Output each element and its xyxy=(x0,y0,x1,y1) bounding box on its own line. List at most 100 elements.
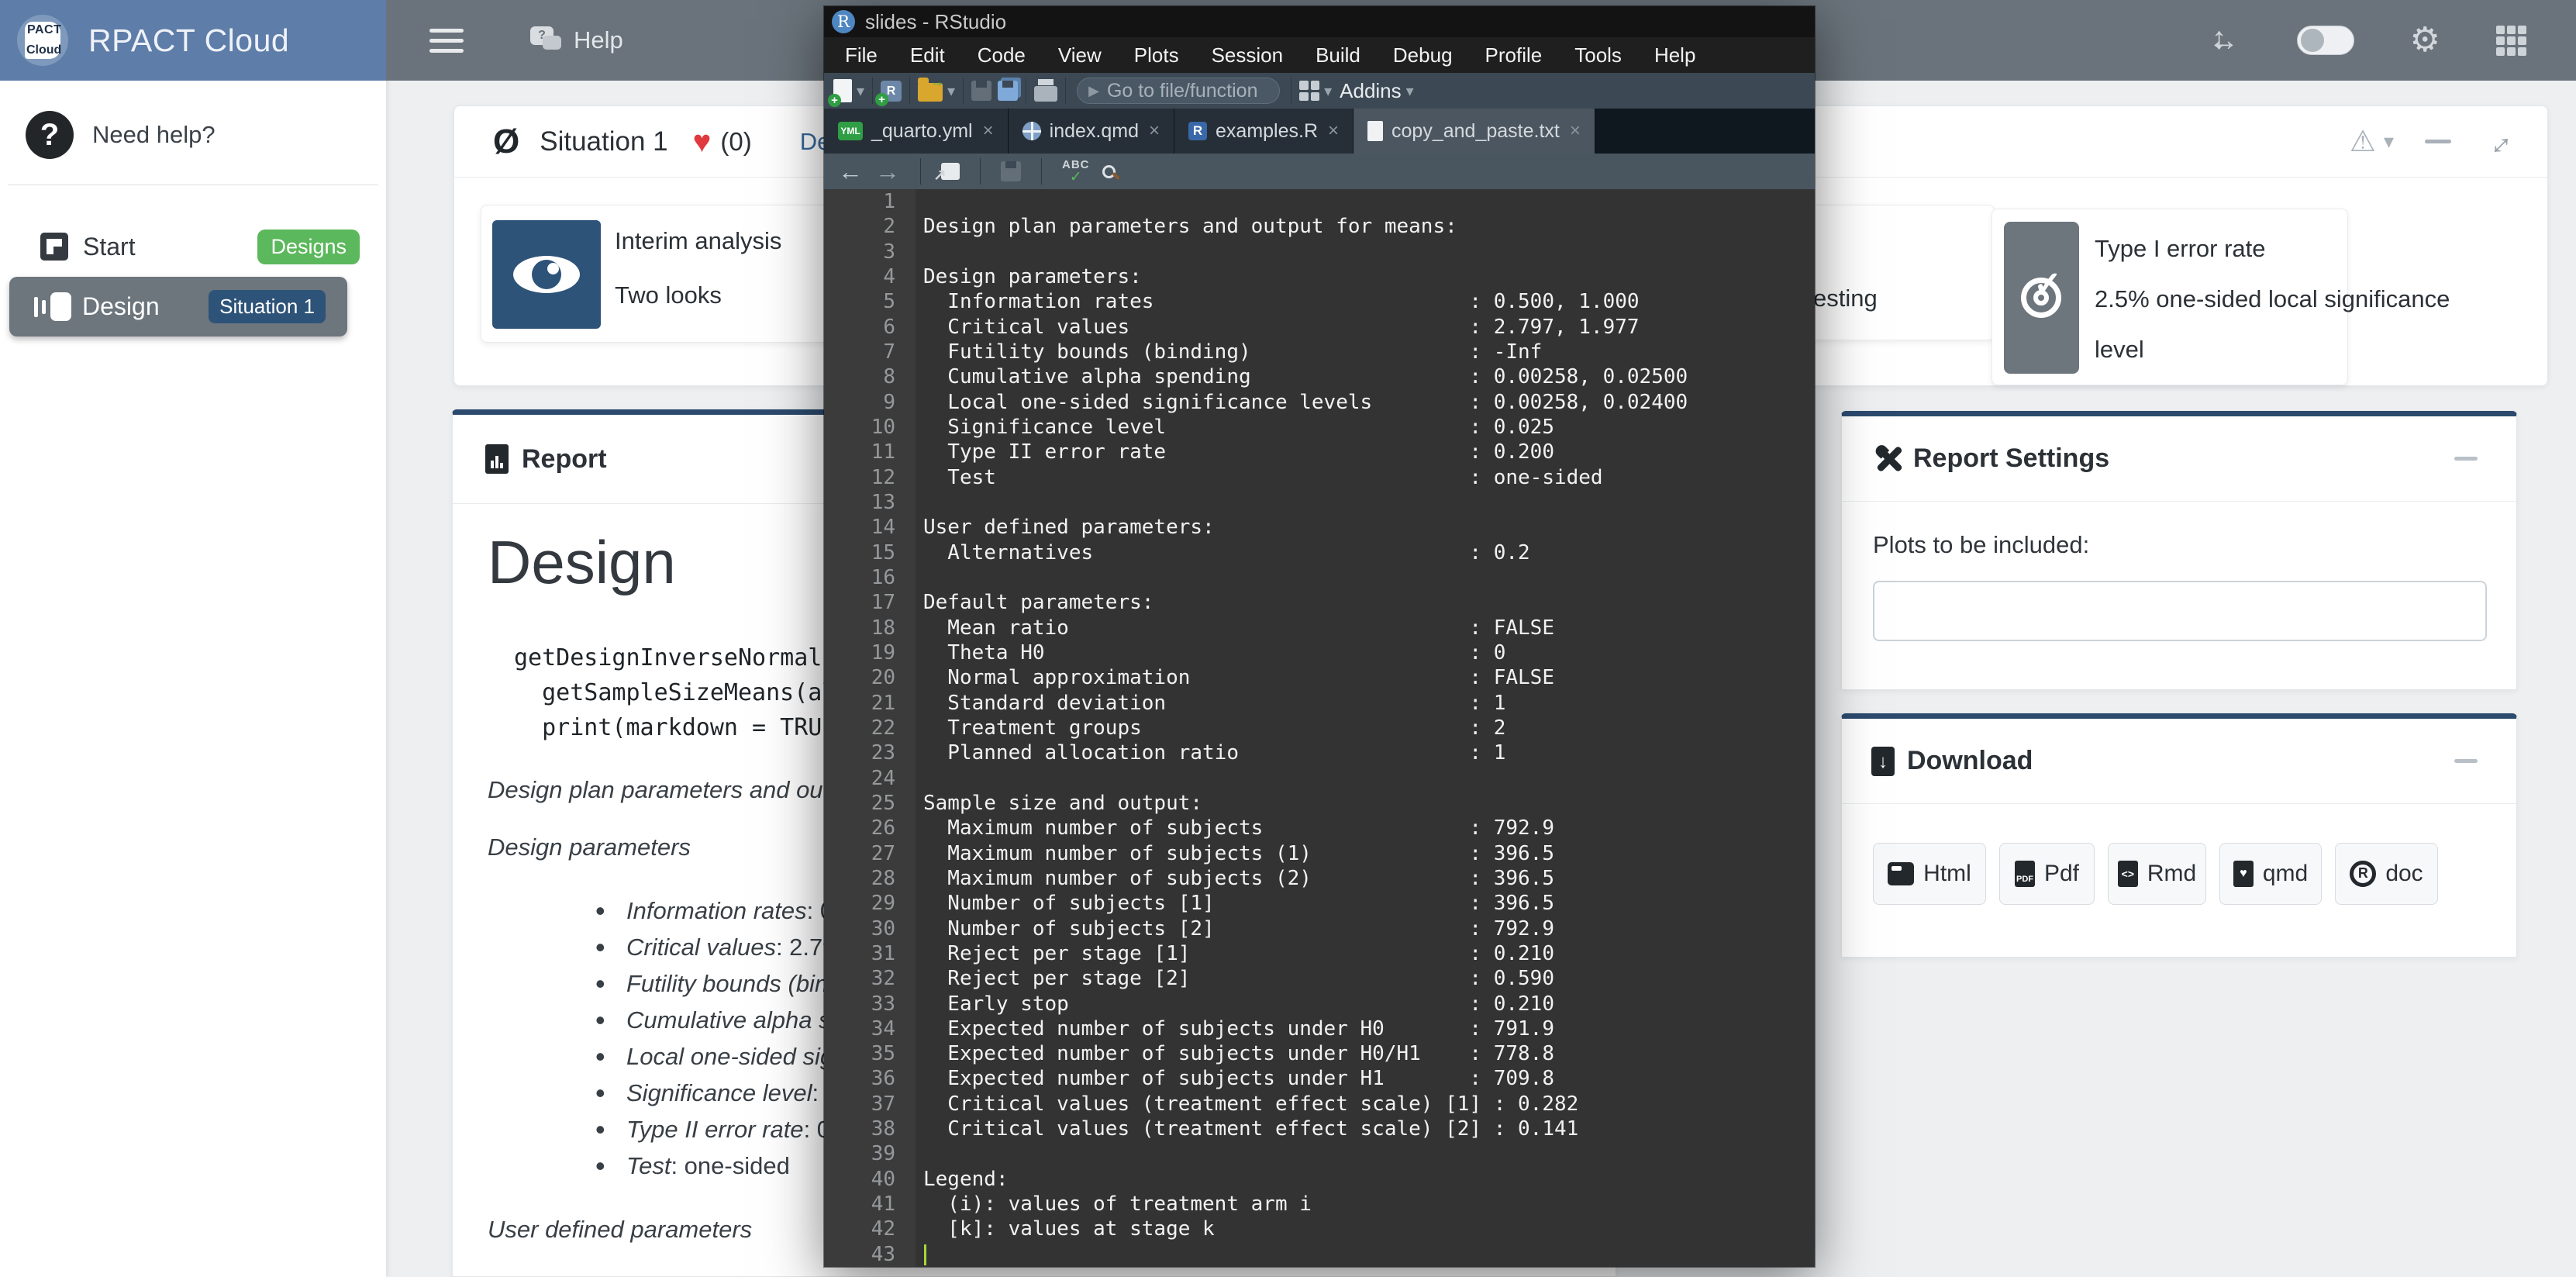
situation-badge: Situation 1 xyxy=(209,290,326,323)
download-file-icon xyxy=(1871,747,1895,776)
editor-line xyxy=(923,766,1815,791)
editor-line: Expected number of subjects under H1 : 7… xyxy=(923,1066,1815,1091)
new-file-icon[interactable] xyxy=(833,79,852,102)
editor-line xyxy=(923,189,1815,214)
goto-file-function-input[interactable]: ▶ Go to file/function xyxy=(1077,78,1280,104)
rstudio-menu-item[interactable]: File xyxy=(829,43,894,67)
open-file-caret-icon[interactable]: ▾ xyxy=(947,81,955,101)
code-editor[interactable]: 1234567891011121314151617181920212223242… xyxy=(824,189,1815,1267)
sidebar-item-need-help[interactable]: ? Need help? xyxy=(0,102,386,167)
download-html-button[interactable]: Html xyxy=(1873,843,1986,905)
rstudio-menu-item[interactable]: Plots xyxy=(1118,43,1195,67)
hamburger-menu-icon[interactable] xyxy=(429,27,464,53)
editor-line: User defined parameters: xyxy=(923,515,1815,540)
apps-grid-icon[interactable] xyxy=(2496,26,2526,56)
rstudio-menu-item[interactable]: Session xyxy=(1195,43,1300,67)
panes-layout-icon[interactable] xyxy=(1299,81,1319,101)
tab-copy-and-paste-txt[interactable]: copy_and_paste.txt× xyxy=(1354,109,1595,154)
rstudio-menu-item[interactable]: Code xyxy=(961,43,1042,67)
collapse-settings-button[interactable] xyxy=(2454,457,2478,461)
new-project-icon[interactable]: R xyxy=(881,81,902,102)
likes-count: (0) xyxy=(720,127,751,157)
chevron-down-icon: ▾ xyxy=(2384,129,2394,154)
search-icon[interactable] xyxy=(1102,165,1116,178)
question-mark-icon: ? xyxy=(26,111,74,159)
editor-line: Type II error rate : 0.200 xyxy=(923,440,1815,464)
interim-subtitle: Two looks xyxy=(615,281,722,309)
sidebar-item-design[interactable]: Design Situation 1 xyxy=(9,277,347,337)
editor-line: Number of subjects [2] : 792.9 xyxy=(923,916,1815,941)
editor-line: Default parameters: xyxy=(923,590,1815,615)
panes-caret-icon[interactable]: ▾ xyxy=(1324,81,1332,101)
type1-line3: level xyxy=(2095,324,2450,374)
rstudio-menu-item[interactable]: View xyxy=(1042,43,1118,67)
gear-icon[interactable]: ⚙ xyxy=(2410,23,2440,57)
interim-analysis-card[interactable]: Interim analysis Two looks xyxy=(481,205,884,343)
rstudio-menu-item[interactable]: Profile xyxy=(1469,43,1559,67)
rstudio-menu-item[interactable]: Help xyxy=(1638,43,1712,67)
testing-card-visible-text: esting xyxy=(1813,285,1878,312)
close-icon[interactable]: × xyxy=(983,120,994,142)
eye-icon xyxy=(513,256,580,293)
back-arrow-icon[interactable]: ← xyxy=(838,159,863,184)
addins-menu[interactable]: Addins xyxy=(1340,79,1402,103)
text-cursor xyxy=(924,1244,926,1265)
tab-index-qmd[interactable]: index.qmd× xyxy=(1009,109,1174,154)
help-button[interactable]: ? Help xyxy=(530,26,623,54)
rstudio-tabbar: YML _quarto.yml× index.qmd× R examples.R… xyxy=(824,109,1815,154)
open-file-icon[interactable] xyxy=(918,83,943,102)
editor-line: Design plan parameters and output for me… xyxy=(923,214,1815,239)
report-file-icon xyxy=(485,444,509,474)
download-rmd-button[interactable]: Rmd xyxy=(2108,843,2206,905)
sidebar-item-start[interactable]: Start Designs xyxy=(0,219,386,274)
rstudio-window-title: slides - RStudio xyxy=(865,10,1006,34)
close-icon[interactable]: × xyxy=(1328,120,1339,142)
editor-line: Test : one-sided xyxy=(923,465,1815,490)
rstudio-menu-item[interactable]: Edit xyxy=(894,43,961,67)
collapse-download-button[interactable] xyxy=(2454,759,2478,763)
save-all-icon[interactable] xyxy=(998,81,1018,101)
type1-error-card[interactable]: ✓ Type I error rate 2.5% one-sided local… xyxy=(1991,209,2348,385)
print-icon[interactable] xyxy=(1034,86,1057,102)
expand-card-icon[interactable]: ↔ xyxy=(2476,119,2520,164)
fullscreen-icon[interactable]: ↔↔ xyxy=(2207,23,2241,57)
editor-line-numbers: 1234567891011121314151617181920212223242… xyxy=(824,189,916,1267)
download-header: Download xyxy=(1842,719,2516,804)
download-pdf-button[interactable]: Pdf xyxy=(1999,843,2095,905)
open-in-new-window-icon[interactable] xyxy=(941,163,960,180)
forward-arrow-icon[interactable]: → xyxy=(875,159,900,184)
rstudio-menu-item[interactable]: Build xyxy=(1299,43,1377,67)
editor-save-icon[interactable] xyxy=(1001,161,1021,181)
heart-icon[interactable]: ♥ xyxy=(693,126,712,157)
warning-dropdown[interactable]: ⚠ ▾ xyxy=(2350,127,2394,157)
editor-line: (i): values of treatment arm i xyxy=(923,1192,1815,1217)
close-icon[interactable]: × xyxy=(1149,120,1160,142)
new-file-caret-icon[interactable]: ▾ xyxy=(857,81,864,101)
rstudio-menu-item[interactable]: Debug xyxy=(1377,43,1469,67)
r-file-icon: R xyxy=(1188,122,1207,140)
tab-quarto-yml[interactable]: YML _quarto.yml× xyxy=(824,109,1009,154)
theme-toggle[interactable] xyxy=(2297,26,2354,55)
logo-text-bottom: Cloud xyxy=(26,43,61,57)
download-qmd-button[interactable]: qmd xyxy=(2219,843,2322,905)
addins-caret-icon[interactable]: ▾ xyxy=(1406,81,1414,101)
chat-bubbles-icon: ? xyxy=(530,26,564,54)
editor-line: Critical values (treatment effect scale)… xyxy=(923,1117,1815,1141)
tab-examples-r[interactable]: R examples.R× xyxy=(1174,109,1354,154)
need-help-label: Need help? xyxy=(92,121,216,149)
brand-title: RPACT Cloud xyxy=(88,22,289,59)
save-icon[interactable] xyxy=(971,81,991,101)
target-check-icon: ✓ xyxy=(2021,278,2061,318)
spellcheck-icon[interactable]: ABC ✓ xyxy=(1062,159,1090,185)
rstudio-menu-item[interactable]: Tools xyxy=(1558,43,1638,67)
collapse-card-button[interactable] xyxy=(2425,140,2451,143)
start-label: Start xyxy=(83,233,136,261)
editor-line: Maximum number of subjects : 792.9 xyxy=(923,816,1815,840)
plots-included-input[interactable] xyxy=(1873,581,2487,641)
download-doc-button[interactable]: doc xyxy=(2335,843,2438,905)
rstudio-titlebar[interactable]: R slides - RStudio xyxy=(824,6,1815,37)
yml-file-icon: YML xyxy=(838,122,863,140)
editor-line: Cumulative alpha spending : 0.00258, 0.0… xyxy=(923,364,1815,389)
close-icon[interactable]: × xyxy=(1570,120,1581,142)
rstudio-toolbar: ▾ R ▾ ▶ Go to file/function ▾ Addins ▾ xyxy=(824,73,1815,109)
